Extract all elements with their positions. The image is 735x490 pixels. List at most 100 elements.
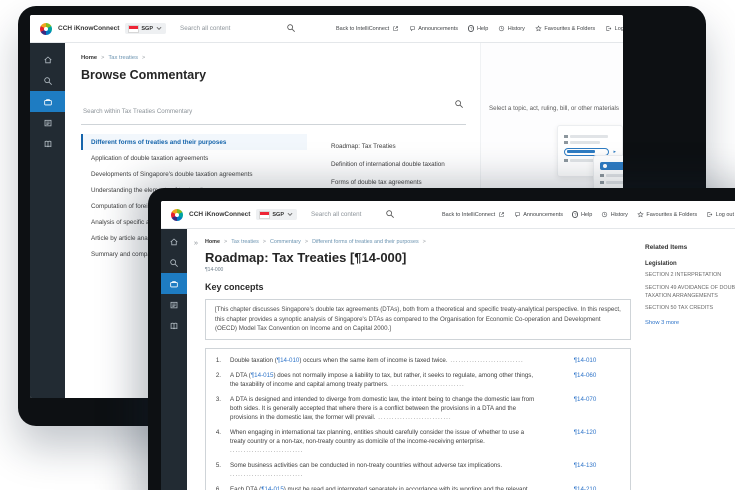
row-paragraph-ref[interactable]: ¶14-120: [540, 429, 630, 456]
topic-list-item[interactable]: Different forms of treaties and their pu…: [81, 134, 307, 150]
global-search-input[interactable]: [309, 210, 434, 219]
breadcrumb-separator: >: [101, 55, 105, 61]
help-link[interactable]: Help: [571, 211, 592, 218]
logout-link[interactable]: Log out: [706, 211, 734, 218]
promo-instruction: Select a topic, act, ruling, bill, or ot…: [489, 105, 619, 112]
breadcrumb-item[interactable]: Commentary: [270, 239, 301, 245]
breadcrumb-item[interactable]: Tax treaties: [108, 55, 138, 61]
external-link-icon: [499, 212, 504, 217]
chapter-summary: [This chapter discusses Singapore's doub…: [205, 299, 631, 340]
search-icon[interactable]: [385, 209, 395, 219]
key-concept-row: 1. Double taxation (¶14-010) occurs when …: [206, 354, 630, 369]
announcement-icon: [409, 26, 415, 32]
article-list-item[interactable]: Roadmap: Tax Treaties: [331, 137, 466, 155]
star-icon: [637, 211, 644, 218]
newspaper-icon: [44, 119, 51, 126]
help-link[interactable]: Help: [467, 25, 488, 32]
breadcrumb-item[interactable]: Tax treaties: [231, 239, 259, 245]
nav-search[interactable]: [30, 70, 65, 91]
row-paragraph-ref[interactable]: ¶14-010: [540, 357, 630, 366]
breadcrumb-item[interactable]: Home: [205, 239, 220, 245]
header-nav: Back to IntelliConnect Announcements Hel…: [442, 201, 734, 228]
row-paragraph-ref[interactable]: ¶14-060: [540, 372, 630, 390]
front-window: CCH iKnowConnect SGP Back to IntelliConn…: [161, 201, 735, 490]
topic-list-item[interactable]: Application of double taxation agreement…: [81, 150, 307, 166]
announcements-link[interactable]: Announcements: [409, 25, 458, 32]
row-paragraph-ref[interactable]: ¶14-070: [540, 396, 630, 423]
favourites-link[interactable]: Favourites & Folders: [637, 211, 697, 218]
announcement-icon: [514, 212, 520, 218]
row-paragraph-ref[interactable]: ¶14-130: [540, 462, 630, 480]
inline-paragraph-ref[interactable]: ¶14-010: [277, 357, 300, 364]
inline-paragraph-ref[interactable]: ¶14-015: [251, 372, 274, 379]
app-header: CCH iKnowConnect SGP Back to IntelliConn…: [30, 15, 623, 43]
row-number: 4.: [215, 428, 221, 436]
search-icon: [43, 76, 52, 85]
back-to-intelliconnect-link[interactable]: Back to IntelliConnect: [442, 211, 505, 218]
breadcrumb-separator: >: [223, 239, 228, 245]
related-legislation-link[interactable]: SECTION 50 TAX CREDITS: [645, 305, 735, 313]
favourites-link[interactable]: Favourites & Folders: [535, 25, 595, 32]
search-icon[interactable]: [454, 99, 464, 109]
row-paragraph-ref[interactable]: ¶14-210: [540, 486, 630, 490]
region-selector[interactable]: SGP: [125, 23, 167, 34]
related-legislation-link[interactable]: SECTION 49 AVOIDANCE OF DOUBLE TAXATION …: [645, 285, 735, 301]
related-legislation-link[interactable]: SECTION 2 INTERPRETATION: [645, 272, 735, 280]
nav-home[interactable]: [161, 231, 187, 252]
row-text: A DTA is designed and intended to diverg…: [230, 396, 540, 423]
breadcrumb-item[interactable]: Different forms of treaties and their pu…: [312, 239, 419, 245]
nav-news[interactable]: [161, 294, 187, 315]
search-icon[interactable]: [286, 23, 296, 33]
home-icon: [170, 237, 178, 245]
history-link[interactable]: History: [498, 25, 525, 32]
brand-logo-icon: [171, 208, 183, 221]
breadcrumb-item[interactable]: Home: [81, 55, 97, 61]
singapore-flag-icon: [128, 24, 140, 33]
back-to-intelliconnect-link[interactable]: Back to IntelliConnect: [336, 25, 399, 32]
nav-browse-commentary[interactable]: [30, 91, 65, 112]
logout-icon: [707, 212, 713, 217]
nav-browse-commentary[interactable]: [161, 273, 187, 294]
region-code: SGP: [272, 211, 285, 218]
chevron-down-icon: [156, 26, 162, 30]
logout-link[interactable]: Log out: [605, 25, 623, 32]
nav-practice-tools[interactable]: [161, 315, 187, 336]
row-number: 2.: [215, 371, 221, 379]
commentary-search-input[interactable]: [81, 107, 440, 116]
region-selector[interactable]: SGP: [256, 209, 298, 220]
article-list-item[interactable]: Definition of international double taxat…: [331, 155, 466, 173]
row-text: Some business activities can be conducte…: [230, 462, 540, 480]
briefcase-icon: [43, 98, 52, 105]
row-text: Each DTA (¶14-015) must be read and inte…: [230, 486, 540, 490]
help-icon: [467, 25, 475, 32]
open-book-icon: [170, 322, 178, 329]
document-main: Home > Tax treaties > Commentary > Different f…: [205, 229, 631, 490]
inline-paragraph-ref[interactable]: ¶14-015: [261, 486, 284, 490]
breadcrumb-separator: >: [304, 239, 309, 245]
show-more-link[interactable]: Show 3 more: [645, 320, 735, 326]
nav-search[interactable]: [161, 252, 187, 273]
nav-news[interactable]: [30, 112, 65, 133]
announcements-link[interactable]: Announcements: [514, 211, 563, 218]
global-search-input[interactable]: [178, 24, 303, 33]
app-header: CCH iKnowConnect SGP Back to IntelliConn…: [161, 201, 735, 229]
legislation-group-heading: Legislation: [645, 261, 677, 267]
stage: CCH iKnowConnect SGP Back to IntelliConn…: [0, 0, 735, 490]
header-nav: Back to IntelliConnect Announcements Hel…: [336, 15, 623, 42]
nav-home[interactable]: [30, 49, 65, 70]
page-title: Browse Commentary: [81, 68, 207, 82]
key-concept-row: 5. Some business activities can be conduc…: [206, 459, 630, 483]
left-nav-rail: [161, 229, 187, 490]
row-number: 1.: [215, 356, 221, 364]
double-chevron-right-icon: »: [193, 238, 199, 247]
history-link[interactable]: History: [601, 211, 628, 218]
nav-practice-tools[interactable]: [30, 133, 65, 154]
left-nav-rail: [30, 43, 65, 398]
key-concept-row: 6. Each DTA (¶14-015) must be read and in…: [206, 483, 630, 490]
external-link-icon: [393, 26, 398, 31]
brand-name: CCH iKnowConnect: [189, 211, 251, 218]
expand-toc-control[interactable]: »: [187, 229, 205, 490]
logout-icon: [606, 26, 612, 31]
row-number: 6.: [215, 485, 221, 490]
topic-list-item[interactable]: Developments of Singapore's double taxat…: [81, 166, 307, 182]
